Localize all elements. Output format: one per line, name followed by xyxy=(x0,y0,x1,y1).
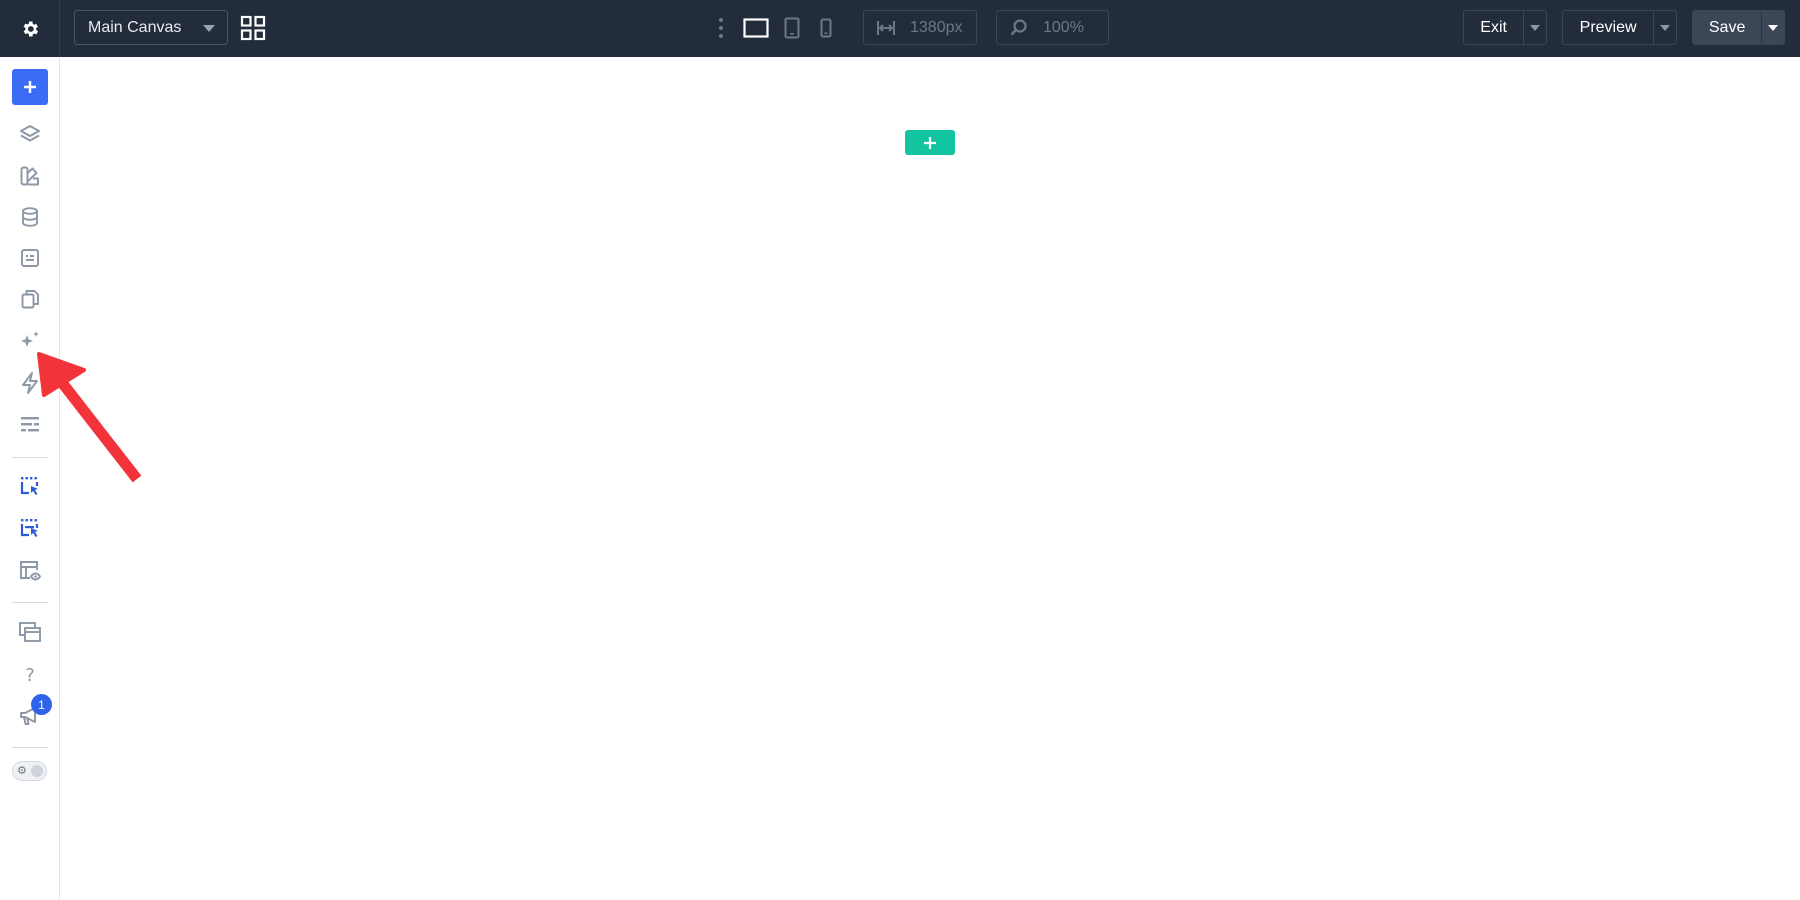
width-arrows-icon xyxy=(874,16,898,40)
preview-button[interactable]: Preview xyxy=(1563,11,1655,44)
sidebar-item-forms[interactable] xyxy=(13,241,47,275)
sidebar-item-preview-layout[interactable] xyxy=(13,554,47,588)
add-section-button[interactable] xyxy=(905,130,955,155)
save-control: Save xyxy=(1692,10,1785,45)
mobile-view-button[interactable] xyxy=(817,14,835,42)
exit-control: Exit xyxy=(1463,10,1547,45)
sidebar-item-data[interactable] xyxy=(13,200,47,234)
canvas-selector-value: Main Canvas xyxy=(88,18,182,36)
sidebar-item-settings-list[interactable] xyxy=(13,407,47,441)
sidebar-item-pages[interactable] xyxy=(13,282,47,316)
windows-icon xyxy=(19,622,41,642)
copy-icon xyxy=(21,290,39,309)
left-sidebar: ? 1 ⚙ xyxy=(0,57,60,900)
sidebar-item-help[interactable]: ? xyxy=(13,658,47,692)
question-icon: ? xyxy=(25,664,35,686)
caret-down-icon xyxy=(1768,24,1779,31)
preview-dropdown-button[interactable] xyxy=(1654,11,1676,44)
toggle-knob xyxy=(31,765,43,777)
sidebar-item-select[interactable] xyxy=(13,470,47,504)
database-icon xyxy=(22,207,38,227)
caret-down-icon xyxy=(1530,24,1541,31)
sidebar-divider xyxy=(12,457,48,458)
preview-control: Preview xyxy=(1562,10,1677,45)
sidebar-item-interactions[interactable] xyxy=(13,366,47,400)
tablet-view-button[interactable] xyxy=(782,14,802,42)
top-toolbar: Main Canvas 1380px 100% Exit Preview Sav… xyxy=(0,0,1800,57)
sidebar-divider xyxy=(12,602,48,603)
sidebar-item-multi-select[interactable] xyxy=(13,512,47,546)
gear-icon: ⚙ xyxy=(17,765,27,777)
zoom-field[interactable]: 100% xyxy=(996,10,1109,45)
list-icon xyxy=(21,417,39,432)
grid-icon xyxy=(240,15,266,41)
sidebar-divider xyxy=(12,747,48,748)
notification-badge: 1 xyxy=(31,694,52,715)
exit-button[interactable]: Exit xyxy=(1464,11,1525,44)
zoom-icon xyxy=(1007,16,1031,40)
add-element-button[interactable] xyxy=(12,69,48,105)
sidebar-item-styles[interactable] xyxy=(13,159,47,193)
chevron-down-icon xyxy=(203,25,215,32)
layers-icon xyxy=(20,125,40,142)
multi-select-cursor-icon xyxy=(20,519,39,537)
sidebar-item-templates[interactable] xyxy=(13,615,47,649)
sparkles-icon xyxy=(21,331,39,347)
gear-icon xyxy=(23,21,38,36)
main-canvas[interactable] xyxy=(60,57,1800,900)
more-vertical-icon xyxy=(719,18,723,38)
zoom-value: 100% xyxy=(1043,18,1084,36)
desktop-view-button[interactable] xyxy=(742,14,770,42)
select-cursor-icon xyxy=(20,477,39,495)
sidebar-item-ai[interactable] xyxy=(13,324,47,358)
theme-toggle[interactable]: ⚙ xyxy=(12,761,47,781)
exit-dropdown-button[interactable] xyxy=(1524,11,1546,44)
save-button[interactable]: Save xyxy=(1693,11,1763,44)
grid-view-button[interactable] xyxy=(240,15,266,41)
sidebar-item-layers[interactable] xyxy=(13,117,47,151)
form-icon xyxy=(21,249,39,267)
caret-down-icon xyxy=(1660,24,1671,31)
save-dropdown-button[interactable] xyxy=(1762,11,1784,44)
desktop-icon xyxy=(743,18,769,38)
tablet-icon xyxy=(784,17,800,39)
mobile-icon xyxy=(820,18,832,38)
more-options-button[interactable] xyxy=(718,17,724,39)
canvas-width-value: 1380px xyxy=(910,18,963,36)
layout-eye-icon xyxy=(20,561,42,581)
settings-button[interactable] xyxy=(0,0,60,57)
canvas-width-field[interactable]: 1380px xyxy=(863,10,977,45)
plus-icon xyxy=(24,81,36,93)
plus-icon xyxy=(924,136,936,149)
lightning-icon xyxy=(22,372,38,394)
palette-icon xyxy=(20,166,39,186)
canvas-selector[interactable]: Main Canvas xyxy=(74,10,228,45)
